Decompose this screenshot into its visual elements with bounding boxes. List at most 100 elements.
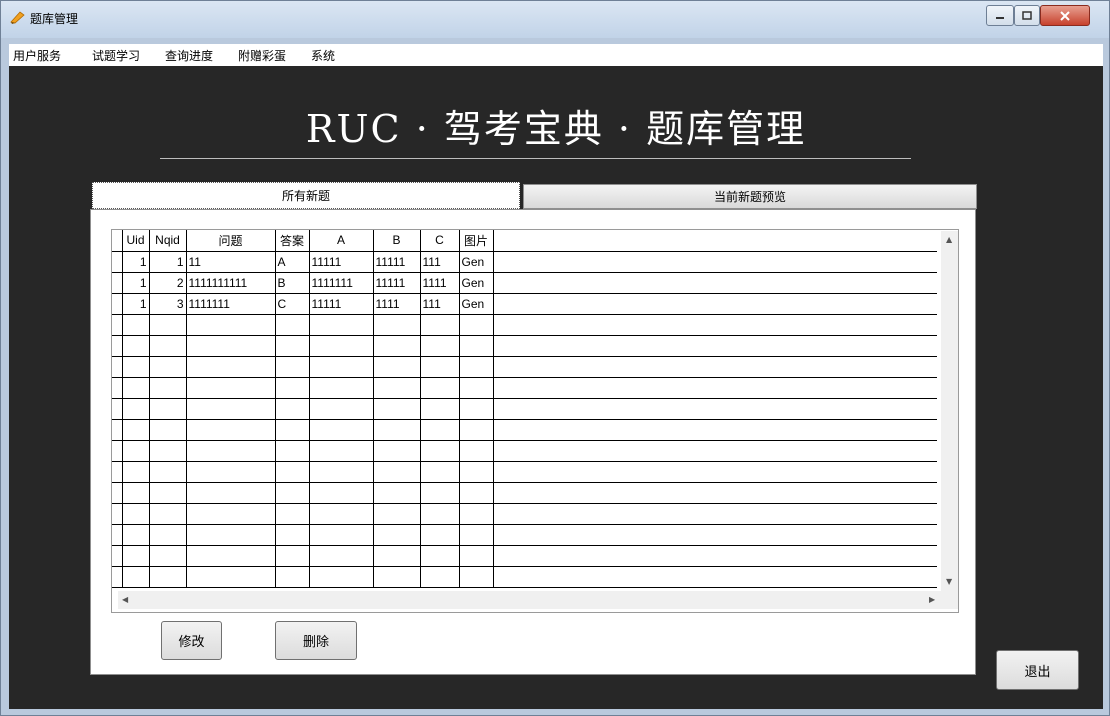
empty-cell[interactable] xyxy=(458,544,494,567)
cell-a[interactable]: 1111111 xyxy=(308,271,374,294)
empty-cell[interactable] xyxy=(308,439,374,462)
empty-cell[interactable] xyxy=(372,439,421,462)
empty-cell[interactable] xyxy=(121,397,150,420)
row-selector[interactable] xyxy=(112,271,123,294)
maximize-button[interactable] xyxy=(1014,5,1040,26)
empty-cell[interactable] xyxy=(308,397,374,420)
cell-image[interactable]: Gen xyxy=(458,250,494,273)
empty-cell[interactable] xyxy=(308,502,374,525)
empty-cell[interactable] xyxy=(185,313,276,336)
empty-cell[interactable] xyxy=(121,355,150,378)
tab-new-question-preview[interactable]: 当前新题预览 xyxy=(523,184,977,209)
cell-a[interactable]: 11111 xyxy=(308,292,374,315)
empty-cell[interactable] xyxy=(274,313,310,336)
table-row[interactable] xyxy=(112,376,937,399)
column-header-question[interactable]: 问题 xyxy=(185,230,276,252)
empty-cell[interactable] xyxy=(308,565,374,588)
table-row[interactable] xyxy=(112,565,937,588)
empty-cell[interactable] xyxy=(148,418,187,441)
empty-cell[interactable] xyxy=(458,418,494,441)
empty-cell[interactable] xyxy=(458,439,494,462)
cell-c[interactable]: 1111 xyxy=(419,271,460,294)
empty-cell[interactable] xyxy=(185,397,276,420)
empty-cell[interactable] xyxy=(372,460,421,483)
row-selector[interactable] xyxy=(112,376,123,399)
empty-cell[interactable] xyxy=(148,481,187,504)
cell-image[interactable]: Gen xyxy=(458,292,494,315)
empty-cell[interactable] xyxy=(372,502,421,525)
empty-cell[interactable] xyxy=(185,355,276,378)
menu-system[interactable]: 系统 xyxy=(311,47,335,64)
empty-cell[interactable] xyxy=(372,313,421,336)
empty-cell[interactable] xyxy=(185,439,276,462)
empty-cell[interactable] xyxy=(458,460,494,483)
table-row[interactable] xyxy=(112,523,937,546)
empty-cell[interactable] xyxy=(372,376,421,399)
empty-cell[interactable] xyxy=(121,376,150,399)
empty-cell[interactable] xyxy=(458,355,494,378)
row-selector[interactable] xyxy=(112,439,123,462)
modify-button[interactable]: 修改 xyxy=(161,621,222,660)
column-header-uid[interactable]: Uid xyxy=(121,230,150,252)
empty-cell[interactable] xyxy=(458,502,494,525)
scroll-right-icon[interactable]: ▶ xyxy=(929,595,935,604)
empty-cell[interactable] xyxy=(419,565,460,588)
empty-cell[interactable] xyxy=(148,439,187,462)
cell-uid[interactable]: 1 xyxy=(121,250,150,273)
empty-cell[interactable] xyxy=(308,460,374,483)
empty-cell[interactable] xyxy=(308,376,374,399)
empty-cell[interactable] xyxy=(274,460,310,483)
empty-cell[interactable] xyxy=(372,334,421,357)
empty-cell[interactable] xyxy=(419,397,460,420)
empty-cell[interactable] xyxy=(419,418,460,441)
empty-cell[interactable] xyxy=(308,355,374,378)
empty-cell[interactable] xyxy=(185,565,276,588)
empty-cell[interactable] xyxy=(121,418,150,441)
empty-cell[interactable] xyxy=(458,523,494,546)
cell-nqid[interactable]: 1 xyxy=(148,250,187,273)
empty-cell[interactable] xyxy=(148,334,187,357)
table-row[interactable] xyxy=(112,502,937,525)
cell-c[interactable]: 111 xyxy=(419,250,460,273)
menu-progress-query[interactable]: 查询进度 xyxy=(165,47,213,64)
empty-cell[interactable] xyxy=(458,334,494,357)
empty-cell[interactable] xyxy=(148,355,187,378)
empty-cell[interactable] xyxy=(372,523,421,546)
scroll-down-icon[interactable]: ▼ xyxy=(946,577,952,586)
empty-cell[interactable] xyxy=(419,481,460,504)
column-header-answer[interactable]: 答案 xyxy=(274,230,310,252)
empty-cell[interactable] xyxy=(274,376,310,399)
empty-cell[interactable] xyxy=(148,502,187,525)
cell-question[interactable]: 1111111111 xyxy=(185,271,276,294)
row-selector[interactable] xyxy=(112,502,123,525)
empty-cell[interactable] xyxy=(185,502,276,525)
empty-cell[interactable] xyxy=(121,334,150,357)
cell-answer[interactable]: B xyxy=(274,271,310,294)
empty-cell[interactable] xyxy=(274,397,310,420)
scroll-left-icon[interactable]: ◀ xyxy=(122,595,128,604)
vertical-scrollbar[interactable]: ▲ ▼ xyxy=(941,231,958,591)
delete-button[interactable]: 删除 xyxy=(275,621,357,660)
exit-button[interactable]: 退出 xyxy=(996,650,1079,690)
row-selector[interactable] xyxy=(112,355,123,378)
cell-image[interactable]: Gen xyxy=(458,271,494,294)
close-button[interactable] xyxy=(1040,5,1090,26)
empty-cell[interactable] xyxy=(419,544,460,567)
cell-b[interactable]: 1111 xyxy=(372,292,421,315)
empty-cell[interactable] xyxy=(148,397,187,420)
menu-question-study[interactable]: 试题学习 xyxy=(92,47,140,64)
empty-cell[interactable] xyxy=(308,523,374,546)
empty-cell[interactable] xyxy=(419,502,460,525)
cell-nqid[interactable]: 3 xyxy=(148,292,187,315)
minimize-button[interactable] xyxy=(986,5,1014,26)
table-row[interactable] xyxy=(112,418,937,441)
empty-cell[interactable] xyxy=(419,334,460,357)
empty-cell[interactable] xyxy=(274,334,310,357)
table-row[interactable]: 1 1 11 A 11111 11111 111 Gen xyxy=(112,250,937,273)
empty-cell[interactable] xyxy=(372,544,421,567)
empty-cell[interactable] xyxy=(308,418,374,441)
empty-cell[interactable] xyxy=(308,481,374,504)
empty-cell[interactable] xyxy=(372,481,421,504)
row-selector[interactable] xyxy=(112,565,123,588)
empty-cell[interactable] xyxy=(121,544,150,567)
